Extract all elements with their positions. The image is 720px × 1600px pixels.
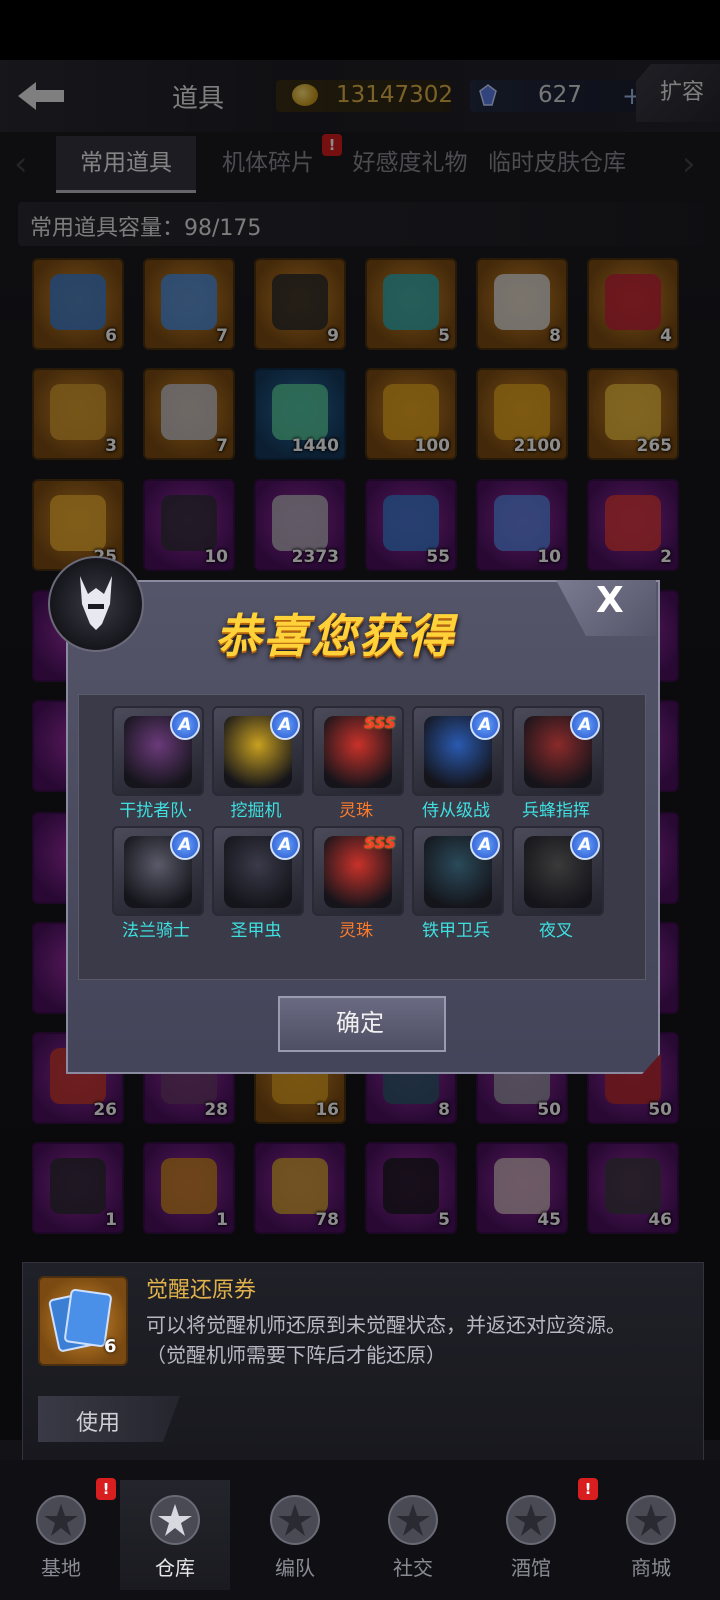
warehouse-icon [144, 1490, 206, 1550]
rank-badge: A [470, 710, 500, 740]
rank-badge: A [470, 830, 500, 860]
handshake-icon [382, 1490, 444, 1550]
item-description-line: 可以将觉醒机师还原到未觉醒状态，并返还对应资源。 [146, 1313, 626, 1337]
nav-item-1[interactable]: 仓库 [120, 1480, 230, 1590]
close-icon[interactable]: X [596, 580, 624, 621]
reward-card[interactable]: A [212, 706, 304, 796]
dialog-title: 恭喜您获得 [215, 609, 455, 663]
rank-badge: A [170, 830, 200, 860]
rank-badge: A [170, 710, 200, 740]
reward-name: 兵蜂指挥 [522, 801, 590, 821]
rank-badge: A [570, 710, 600, 740]
reward-name: 法兰骑士 [122, 921, 190, 941]
mech-emblem-icon [48, 556, 144, 652]
reward-name: 干扰者队· [119, 801, 193, 821]
reward-name: 夜叉 [539, 921, 573, 941]
nav-item-4[interactable]: 酒馆 [476, 1480, 586, 1590]
notification-badge: ! [96, 1478, 116, 1500]
nav-item-2[interactable]: 编队 [240, 1480, 350, 1590]
reward-name: 灵珠 [339, 801, 373, 821]
reward-card[interactable]: A [112, 706, 204, 796]
notification-badge: ! [578, 1478, 598, 1500]
reward-name: 铁甲卫兵 [422, 921, 490, 941]
reward-card[interactable]: SSS [312, 826, 404, 916]
reward-name: 灵珠 [339, 921, 373, 941]
robot-bartender-icon [500, 1490, 562, 1550]
item-description-note: （觉醒机师需要下阵后才能还原） [146, 1343, 446, 1367]
nav-label: 编队 [275, 1556, 315, 1580]
item-count: 6 [104, 1336, 117, 1357]
star-emblem-icon [30, 1490, 92, 1550]
nav-label: 基地 [41, 1556, 81, 1580]
reward-name: 挖掘机 [230, 801, 282, 821]
nav-label: 商城 [631, 1556, 671, 1580]
reward-card[interactable]: A [512, 826, 604, 916]
reward-card[interactable]: A [412, 706, 504, 796]
confirm-label[interactable]: 确定 [278, 1003, 442, 1038]
rank-badge: SSS [364, 834, 396, 852]
use-label[interactable]: 使用 [38, 1405, 158, 1437]
shop-robot-icon [620, 1490, 682, 1550]
rank-badge: A [270, 710, 300, 740]
nav-label: 社交 [393, 1556, 433, 1580]
item-name: 觉醒还原券 [146, 1278, 257, 1303]
rank-badge: A [570, 830, 600, 860]
nav-item-3[interactable]: 社交 [358, 1480, 468, 1590]
nav-item-5[interactable]: 商城 [596, 1480, 706, 1590]
nav-label: 酒馆 [511, 1556, 551, 1580]
reward-card[interactable]: A [212, 826, 304, 916]
reward-card[interactable]: A [112, 826, 204, 916]
reward-name: 侍从级战 [422, 801, 490, 821]
rank-badge: A [270, 830, 300, 860]
reward-name: 圣甲虫 [230, 921, 282, 941]
rank-badge: SSS [364, 714, 396, 732]
status-area [0, 0, 720, 60]
reward-card[interactable]: A [412, 826, 504, 916]
reward-card[interactable]: A [512, 706, 604, 796]
item-description: 可以将觉醒机师还原到未觉醒状态，并返还对应资源。 （觉醒机师需要下阵后才能还原） [146, 1310, 706, 1370]
helmet-icon [264, 1490, 326, 1550]
reward-card[interactable]: SSS [312, 706, 404, 796]
nav-label: 仓库 [155, 1556, 195, 1580]
